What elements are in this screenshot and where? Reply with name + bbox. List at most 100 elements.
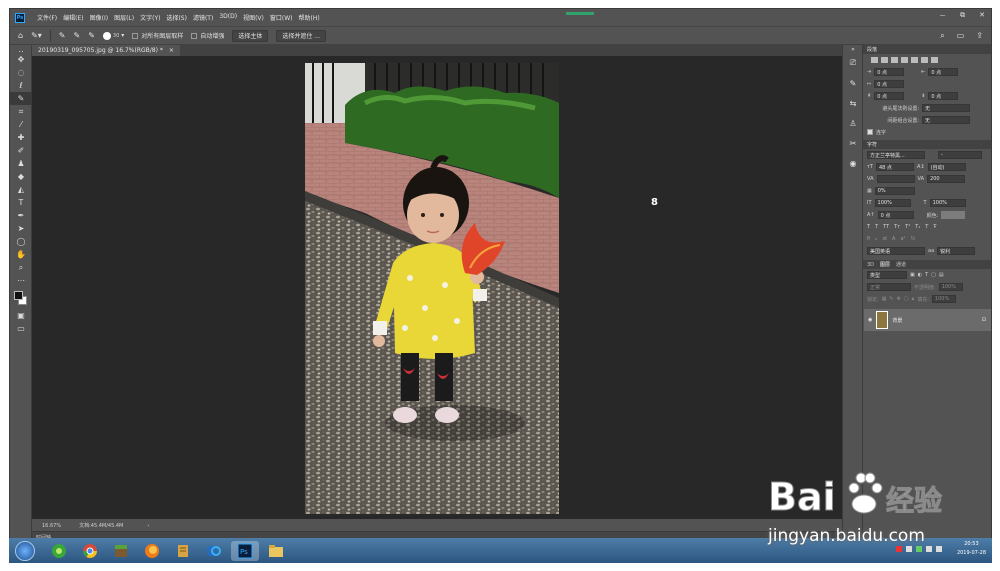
taskbar-app-360-icon[interactable] <box>45 541 73 561</box>
filter-smart-icon[interactable]: ▤ <box>939 272 944 278</box>
taskbar-notes-icon[interactable] <box>169 541 197 561</box>
underline-icon[interactable]: T <box>925 224 928 230</box>
eyedropper-tool-icon[interactable]: ⁄ <box>10 118 32 131</box>
antialias-select[interactable]: 锐利 <box>937 247 976 255</box>
lock-all-icon[interactable]: 🔒︎ <box>912 296 915 302</box>
space-after-field[interactable]: 0 点 <box>928 92 959 100</box>
menu-filter[interactable]: 滤镜(T) <box>193 13 213 22</box>
color-swatches[interactable] <box>10 287 32 309</box>
more-tools-icon[interactable]: ⋯ <box>10 274 32 287</box>
filter-adjustment-icon[interactable]: ◐ <box>918 272 922 278</box>
layer-kind-filter[interactable]: 类型 <box>867 271 907 279</box>
toolbar-grip[interactable]: ‥ <box>10 45 32 54</box>
language-select[interactable]: 美国英语 <box>867 247 925 255</box>
brush-dropdown-icon[interactable]: ▾ <box>121 32 124 39</box>
shape-tool-icon[interactable]: ◯ <box>10 235 32 248</box>
mojikumi-select[interactable]: 无 <box>922 116 970 124</box>
justify-all-icon[interactable] <box>931 57 938 63</box>
add-to-selection-icon[interactable]: ✎ <box>74 31 81 40</box>
auto-enhance-checkbox[interactable]: 自动增强 <box>191 31 224 40</box>
close-button[interactable]: ✕ <box>979 11 985 21</box>
titling-icon[interactable]: A <box>892 236 895 242</box>
justify-right-icon[interactable] <box>921 57 928 63</box>
stylistic-icon[interactable]: st <box>882 236 887 242</box>
kinsoku-select[interactable]: 无 <box>922 104 970 112</box>
opacity-field[interactable]: 100% <box>938 283 963 291</box>
lock-pixels-icon[interactable]: ▦ <box>882 296 887 302</box>
brush-tool-icon[interactable]: ✐ <box>10 144 32 157</box>
swash-icon[interactable]: ℴ <box>875 236 877 242</box>
baseline-shift-field[interactable]: 0 点 <box>877 211 914 219</box>
all-caps-icon[interactable]: TT <box>883 224 889 230</box>
indent-right-field[interactable]: 0 点 <box>928 68 959 76</box>
align-center-icon[interactable] <box>881 57 888 63</box>
small-caps-icon[interactable]: Tт <box>894 224 900 230</box>
zoom-tool-icon[interactable]: ⌕ <box>10 261 32 274</box>
tool-presets-icon[interactable]: ✂ <box>843 133 863 153</box>
tab-3d[interactable]: 3D <box>867 262 874 268</box>
taskbar-firefox-icon[interactable] <box>138 541 166 561</box>
subscript-icon[interactable]: T₁ <box>915 224 920 230</box>
sample-all-layers-checkbox[interactable]: 对所有图层取样 <box>132 31 183 40</box>
menu-help[interactable]: 帮助(H) <box>299 13 320 22</box>
menu-3d[interactable]: 3D(D) <box>219 13 237 22</box>
new-selection-icon[interactable]: ✎ <box>59 31 66 40</box>
workspace-icon[interactable]: ▭ <box>957 31 965 41</box>
eraser-tool-icon[interactable]: ◆ <box>10 170 32 183</box>
font-size-field[interactable]: 48 点 <box>875 163 914 171</box>
faux-italic-icon[interactable]: T <box>875 224 878 230</box>
type-tool-icon[interactable]: T <box>10 196 32 209</box>
tab-layers[interactable]: 图层 <box>880 261 890 268</box>
menu-type[interactable]: 文字(Y) <box>140 13 160 22</box>
taskbar-photoshop-icon[interactable]: Ps <box>231 540 259 561</box>
indent-left-field[interactable]: 0 点 <box>874 68 905 76</box>
clone-source-icon[interactable]: ♙ <box>843 113 863 133</box>
horizontal-scale-field[interactable]: 100% <box>929 199 966 207</box>
filter-type-icon[interactable]: T <box>925 272 928 278</box>
minimize-button[interactable]: － <box>939 11 946 21</box>
vertical-scale-field[interactable]: 100% <box>874 199 911 207</box>
tab-channels[interactable]: 通道 <box>896 261 906 268</box>
home-icon[interactable]: ⌂ <box>18 31 23 40</box>
align-right-icon[interactable] <box>891 57 898 63</box>
fill-field[interactable]: 100% <box>931 295 956 303</box>
menu-image[interactable]: 图像(I) <box>90 13 108 22</box>
restore-button[interactable]: ⧉ <box>960 11 965 21</box>
brush-settings-icon[interactable]: ✎ <box>843 73 863 93</box>
font-family-select[interactable]: 方正兰亭特黑... <box>867 151 925 159</box>
justify-left-icon[interactable] <box>901 57 908 63</box>
tracking-field[interactable]: 200 <box>927 175 966 183</box>
canvas-area[interactable]: 8 <box>32 56 842 519</box>
visibility-eye-icon[interactable]: ◉ <box>868 317 872 323</box>
layer-name[interactable]: 背景 <box>892 317 902 324</box>
move-tool-icon[interactable]: ✥ <box>10 53 32 66</box>
ligature-icon[interactable]: fi <box>867 236 870 242</box>
color-panel-icon[interactable]: ◉ <box>843 153 863 173</box>
paint-bucket-tool-icon[interactable]: ◭ <box>10 183 32 196</box>
lock-position-icon[interactable]: ✥ <box>897 296 901 302</box>
menu-file[interactable]: 文件(F) <box>37 13 57 22</box>
filter-shape-icon[interactable]: ▢ <box>931 272 936 278</box>
history-panel-icon[interactable]: ⎚ <box>843 53 863 73</box>
text-color-swatch[interactable] <box>941 211 966 219</box>
paragraph-panel-title[interactable]: 段落 <box>863 45 991 54</box>
crop-tool-icon[interactable]: ⌗ <box>10 105 32 118</box>
photo-child-with-leaf[interactable] <box>305 63 559 514</box>
quick-select-tool-preset-icon[interactable]: ✎▾ <box>31 31 42 40</box>
lock-paint-icon[interactable]: ✎ <box>889 296 893 302</box>
leading-field[interactable]: (自动) <box>927 163 966 171</box>
space-before-field[interactable]: 0 点 <box>874 92 905 100</box>
justify-center-icon[interactable] <box>911 57 918 63</box>
zoom-level[interactable]: 16.67% <box>42 523 61 529</box>
clone-stamp-tool-icon[interactable]: ♟ <box>10 157 32 170</box>
search-icon[interactable]: ⌕ <box>940 31 944 41</box>
adjustments-icon[interactable]: ⇆ <box>843 93 863 113</box>
quick-selection-tool-icon[interactable]: ✎ <box>10 92 32 105</box>
subtract-from-selection-icon[interactable]: ✎ <box>88 31 95 40</box>
start-button-icon[interactable] <box>15 540 35 561</box>
taskbar-explorer-icon[interactable] <box>262 541 290 561</box>
title-bar-grip[interactable] <box>566 12 594 15</box>
align-left-icon[interactable] <box>871 57 878 63</box>
menu-view[interactable]: 视图(V) <box>243 13 264 22</box>
taskbar-baidu-netdisk-icon[interactable] <box>200 541 228 561</box>
